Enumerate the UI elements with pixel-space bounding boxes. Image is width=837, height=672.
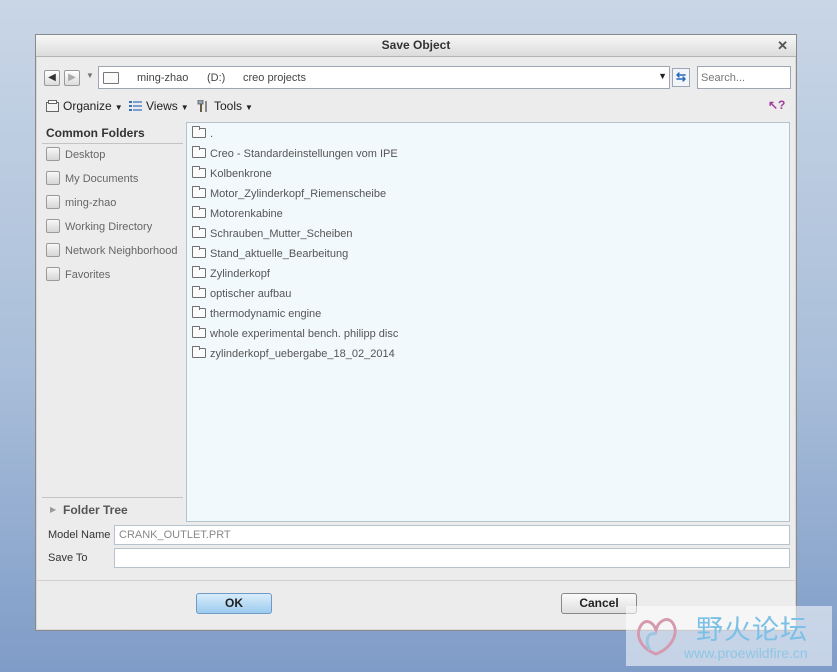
watermark: 野火论坛 www.proewildfire.cn [626,606,832,666]
dialog-title: Save Object [381,38,451,52]
watermark-url: www.proewildfire.cn [684,645,808,661]
list-item[interactable]: Kolbenkrone [192,164,272,184]
model-name-label: Model Name [48,529,111,541]
file-list[interactable]: . Creo - Standardeinstellungen vom IPE K… [186,122,790,522]
folder-name: optischer aufbau [210,288,292,300]
common-folder-working-directory[interactable]: Working Directory [46,218,152,236]
address-dropdown-icon[interactable]: ▼ [658,71,667,81]
working-directory-icon [46,219,60,233]
folder-icon [192,166,206,178]
folder-tree-label: Folder Tree [63,503,128,517]
refresh-icon[interactable]: ⇆ [672,68,690,87]
list-item[interactable]: optischer aufbau [192,284,291,304]
organize-label: Organize [63,99,112,113]
list-item[interactable]: Motor_Zylinderkopf_Riemenscheibe [192,184,386,204]
tools-icon [197,100,207,112]
common-folder-label: Desktop [65,149,106,161]
organize-icon [46,100,59,112]
common-folders-panel: Common Folders Desktop My Documents ming… [42,122,183,520]
ok-button[interactable]: OK [196,593,272,614]
folder-tree-toggle[interactable]: ▶ Folder Tree [42,497,183,521]
common-folder-label: Favorites [65,269,111,281]
documents-icon [46,171,60,185]
folder-icon [192,346,206,358]
address-segment[interactable]: ming-zhao [137,72,188,84]
folder-name: Zylinderkopf [210,268,270,280]
address-bar[interactable]: ming-zhao (D:) creo projects ▼ [98,66,670,89]
common-folder-label: My Documents [65,173,139,185]
folder-icon [192,206,206,218]
common-folder-desktop[interactable]: Desktop [46,146,105,164]
tools-menu[interactable]: Tools ▼ [197,97,253,115]
folder-name: Schrauben_Mutter_Scheiben [210,228,353,240]
folder-name: Stand_aktuelle_Bearbeitung [210,248,349,260]
folder-name: whole experimental bench. philipp disc [210,328,399,340]
folder-name: Motor_Zylinderkopf_Riemenscheibe [210,188,387,200]
folder-icon [192,266,206,278]
common-folder-label: ming-zhao [65,197,117,209]
common-folder-label: Working Directory [65,221,153,233]
save-to-field[interactable] [114,548,790,568]
list-item[interactable]: thermodynamic engine [192,304,321,324]
address-segment[interactable]: creo projects [243,72,306,84]
tools-label: Tools [214,99,243,113]
common-folder-network-neighborhood[interactable]: Network Neighborhood [46,242,178,260]
list-item[interactable]: zylinderkopf_uebergabe_18_02_2014 [192,344,395,364]
network-icon [46,243,60,257]
list-item[interactable]: Creo - Standardeinstellungen vom IPE [192,144,398,164]
folder-icon [192,326,206,338]
folder-name: thermodynamic engine [210,308,322,320]
expand-arrow-icon: ▶ [50,505,57,514]
save-object-dialog: Save Object ✕ ◀ ▶ ▼ ming-zhao (D:) creo … [35,34,797,631]
common-folder-favorites[interactable]: Favorites [46,266,110,284]
list-item[interactable]: whole experimental bench. philipp disc [192,324,398,344]
views-label: Views [146,99,178,113]
folder-icon [192,186,206,198]
folder-icon [103,72,119,84]
forward-arrow-icon[interactable]: ▶ [64,70,80,86]
common-folder-label: Network Neighborhood [65,245,178,257]
common-folder-ming-zhao[interactable]: ming-zhao [46,194,116,212]
model-name-field[interactable] [114,525,790,545]
chevron-down-icon: ▼ [245,103,253,112]
folder-icon [192,126,206,138]
computer-icon [46,195,60,209]
folder-name: Creo - Standardeinstellungen vom IPE [210,148,398,160]
watermark-logo-icon [637,618,677,656]
address-segment[interactable]: (D:) [207,72,225,84]
list-item[interactable]: Stand_aktuelle_Bearbeitung [192,244,348,264]
back-arrow-icon[interactable]: ◀ [44,70,60,86]
folder-icon [192,286,206,298]
organize-menu[interactable]: Organize ▼ [46,97,123,115]
folder-name: Motorenkabine [210,208,283,220]
divider [36,580,796,581]
common-folders-header: Common Folders [46,126,145,140]
history-dropdown-icon[interactable]: ▼ [86,71,94,80]
save-to-label: Save To [48,552,88,564]
context-help-icon[interactable]: ↖? [768,98,786,114]
search-input[interactable] [697,66,791,89]
folder-name: zylinderkopf_uebergabe_18_02_2014 [210,348,395,360]
folder-icon [192,306,206,318]
list-item[interactable]: Schrauben_Mutter_Scheiben [192,224,352,244]
favorites-icon [46,267,60,281]
folder-name: Kolbenkrone [210,168,272,180]
folder-icon [192,246,206,258]
views-icon [129,101,142,111]
close-icon[interactable]: ✕ [777,35,788,56]
desktop-icon [46,147,60,161]
folder-icon [192,146,206,158]
common-folder-my-documents[interactable]: My Documents [46,170,138,188]
list-item[interactable]: Motorenkabine [192,204,283,224]
chevron-down-icon: ▼ [114,103,123,112]
title-bar[interactable]: Save Object ✕ [36,35,796,57]
folder-name: . [210,128,214,140]
list-item[interactable]: . [192,124,213,144]
watermark-text: 野火论坛 [696,615,808,646]
divider [42,143,183,144]
views-menu[interactable]: Views ▼ [129,97,189,115]
chevron-down-icon: ▼ [180,103,189,112]
folder-icon [192,226,206,238]
list-item[interactable]: Zylinderkopf [192,264,270,284]
